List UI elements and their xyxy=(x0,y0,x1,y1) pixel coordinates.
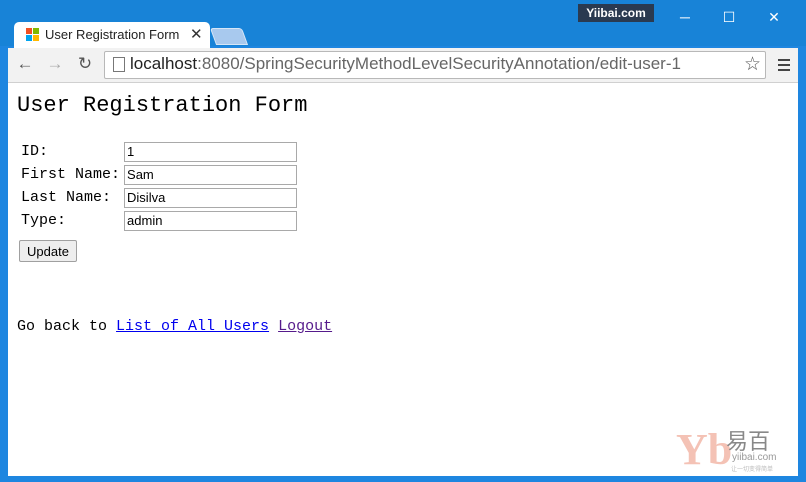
form-row-id: ID: xyxy=(20,141,298,162)
watermark-en-text: yiibai.com xyxy=(732,452,777,463)
new-tab-button[interactable] xyxy=(209,28,249,45)
reload-icon[interactable]: ↻ xyxy=(74,53,96,75)
watermark-mark: Yb xyxy=(676,425,733,474)
url-text[interactable]: localhost:8080/SpringSecurityMethodLevel… xyxy=(130,54,681,74)
close-window-button[interactable]: ✕ xyxy=(752,4,796,30)
minimize-button[interactable]: ─ xyxy=(663,4,707,30)
first-name-field[interactable] xyxy=(124,164,298,185)
update-button[interactable]: Update xyxy=(19,240,77,262)
page-title: User Registration Form xyxy=(17,93,308,118)
url-host: localhost xyxy=(130,54,198,73)
browser-toolbar: ← → ↻ localhost:8080/SpringSecurityMetho… xyxy=(8,48,798,83)
logout-link[interactable]: Logout xyxy=(278,318,332,335)
windows-favicon-icon xyxy=(26,28,39,41)
type-field[interactable] xyxy=(124,210,298,231)
watermark-tagline: 让一切变得简单 xyxy=(731,467,774,473)
browser-window: Yiibai.com ─ ☐ ✕ User Registration Form … xyxy=(0,0,806,482)
id-label: ID: xyxy=(21,143,49,160)
form-row-last-name: Last Name: xyxy=(20,187,298,208)
id-field[interactable] xyxy=(124,141,298,162)
site-watermark: Yiibai.com xyxy=(578,4,654,22)
last-name-label: Last Name: xyxy=(21,189,112,206)
tab-title: User Registration Form xyxy=(45,27,180,42)
tab-close-icon[interactable]: ✕ xyxy=(190,25,203,43)
form-row-type: Type: xyxy=(20,210,298,231)
yiibai-watermark-logo: Yb 易百 yiibai.com 让一切变得简单 xyxy=(676,424,796,476)
registration-form: ID: First Name: Last Name: Type: xyxy=(18,139,300,233)
form-row-first-name: First Name: xyxy=(20,164,298,185)
menu-icon[interactable] xyxy=(772,54,794,76)
bookmark-star-icon[interactable]: ☆ xyxy=(744,53,761,76)
last-name-field[interactable] xyxy=(124,187,298,208)
back-arrow-icon[interactable]: ← xyxy=(14,53,36,75)
page-content: User Registration Form ID: First Name: L… xyxy=(8,83,798,476)
type-label: Type: xyxy=(21,212,67,229)
forward-arrow-icon[interactable]: → xyxy=(44,53,66,75)
page-icon xyxy=(113,57,125,72)
go-back-text: Go back to xyxy=(17,318,108,335)
tab-user-registration-form[interactable]: User Registration Form ✕ xyxy=(14,22,210,48)
url-path: :8080/SpringSecurityMethodLevelSecurityA… xyxy=(197,54,681,73)
footer-nav: Go back to List of All Users Logout xyxy=(17,318,332,335)
list-all-users-link[interactable]: List of All Users xyxy=(116,318,269,335)
address-bar[interactable]: localhost:8080/SpringSecurityMethodLevel… xyxy=(104,51,766,79)
first-name-label: First Name: xyxy=(21,166,121,183)
maximize-button[interactable]: ☐ xyxy=(707,4,751,30)
